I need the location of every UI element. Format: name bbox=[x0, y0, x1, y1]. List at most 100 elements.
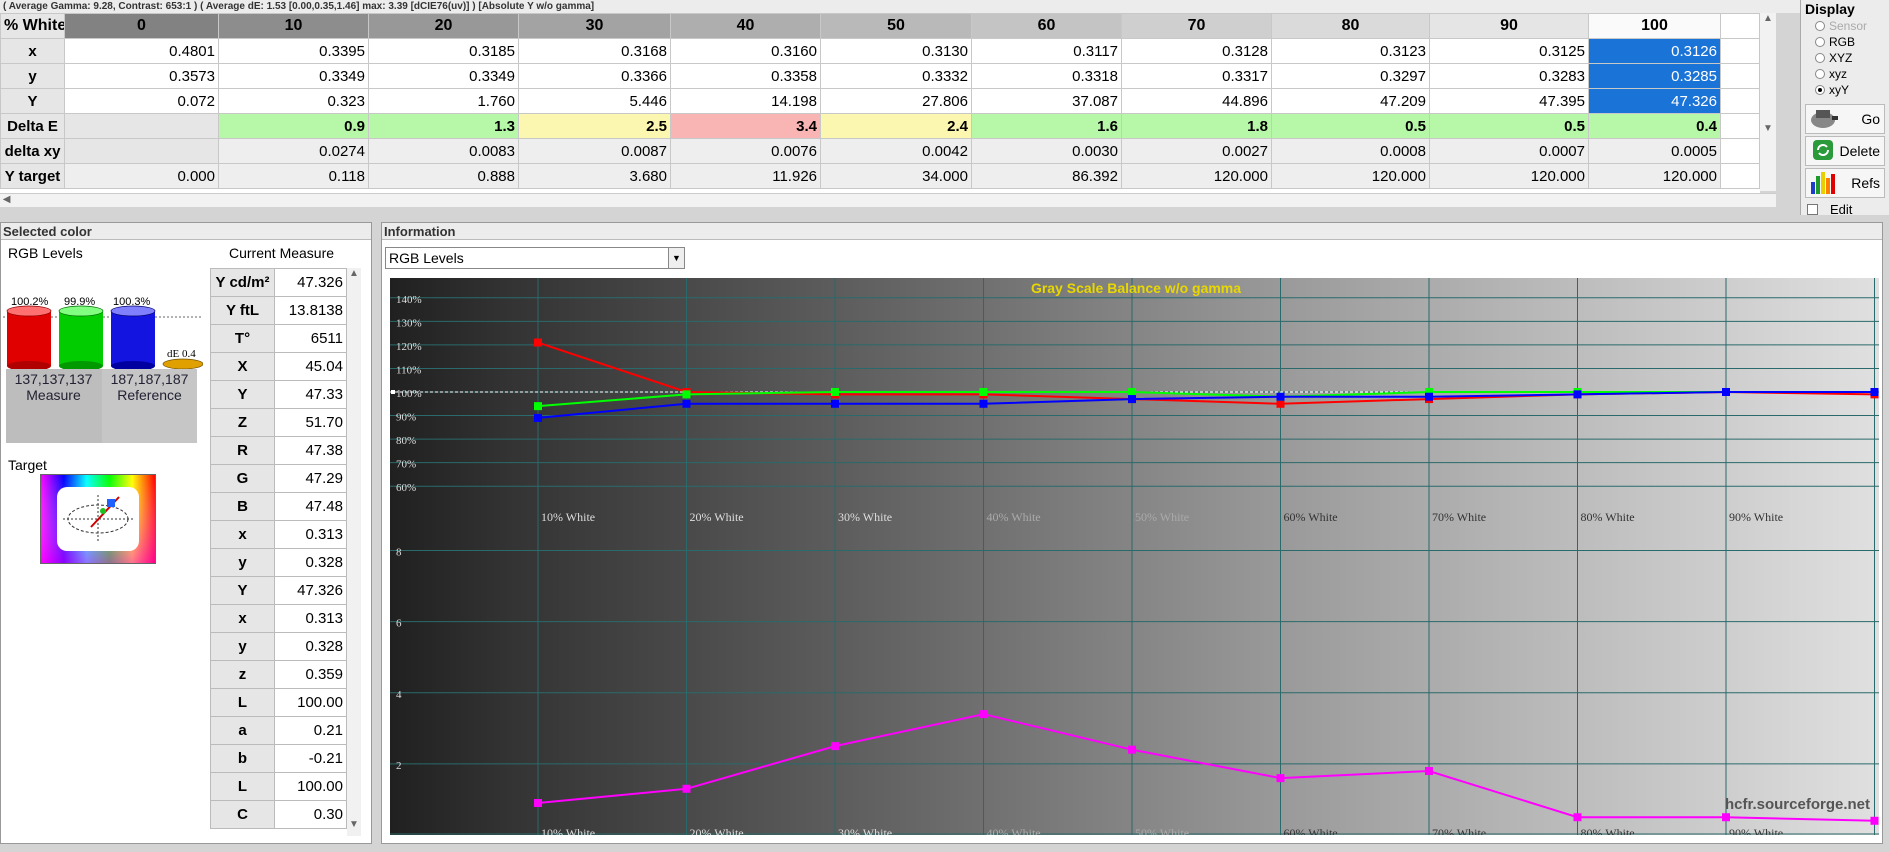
column-header-80[interactable]: 80 bbox=[1271, 13, 1430, 39]
table-cell[interactable]: 27.806 bbox=[820, 88, 972, 114]
table-cell[interactable]: 0.3317 bbox=[1121, 63, 1272, 89]
table-cell[interactable]: 0.3332 bbox=[820, 63, 972, 89]
info-view-dropdown[interactable]: RGB Levels ▼ bbox=[385, 247, 685, 269]
radio-icon[interactable] bbox=[1815, 37, 1825, 47]
column-header-90[interactable]: 90 bbox=[1429, 13, 1589, 39]
table-cell[interactable]: 0.0087 bbox=[518, 138, 671, 164]
table-cell[interactable]: 0.000 bbox=[64, 163, 219, 189]
table-cell[interactable]: 0.3573 bbox=[64, 63, 219, 89]
table-cell[interactable]: 86.392 bbox=[971, 163, 1122, 189]
table-cell[interactable]: 0.888 bbox=[368, 163, 519, 189]
refs-button[interactable]: Refs bbox=[1805, 168, 1885, 198]
row-header[interactable]: Y bbox=[0, 88, 65, 114]
row-header[interactable]: y bbox=[0, 63, 65, 89]
table-cell[interactable]: 47.395 bbox=[1429, 88, 1589, 114]
display-option-xyz[interactable]: XYZ bbox=[1801, 50, 1889, 66]
go-button[interactable]: Go bbox=[1805, 104, 1885, 134]
table-cell[interactable]: 0.0008 bbox=[1271, 138, 1430, 164]
table-cell[interactable]: 0.0027 bbox=[1121, 138, 1272, 164]
radio-icon[interactable] bbox=[1815, 53, 1825, 63]
table-cell[interactable]: 120.000 bbox=[1121, 163, 1272, 189]
table-cell[interactable]: 0.323 bbox=[218, 88, 369, 114]
table-cell[interactable]: 0.3349 bbox=[218, 63, 369, 89]
table-cell[interactable]: 3.4 bbox=[670, 113, 821, 139]
table-cell[interactable]: 14.198 bbox=[670, 88, 821, 114]
table-cell[interactable]: 1.3 bbox=[368, 113, 519, 139]
table-cell[interactable]: 120.000 bbox=[1429, 163, 1589, 189]
table-cell[interactable]: 0.3128 bbox=[1121, 38, 1272, 64]
table-cell[interactable]: 0.0042 bbox=[820, 138, 972, 164]
column-header-50[interactable]: 50 bbox=[820, 13, 972, 39]
row-header[interactable]: Delta E bbox=[0, 113, 65, 139]
column-header-30[interactable]: 30 bbox=[518, 13, 671, 39]
radio-icon[interactable] bbox=[1815, 21, 1825, 31]
column-header-70[interactable]: 70 bbox=[1121, 13, 1272, 39]
table-cell[interactable]: 1.760 bbox=[368, 88, 519, 114]
column-header-10[interactable]: 10 bbox=[218, 13, 369, 39]
table-cell[interactable]: 47.326 bbox=[1588, 88, 1721, 114]
table-cell[interactable]: 0.118 bbox=[218, 163, 369, 189]
table-cell[interactable]: 0.3358 bbox=[670, 63, 821, 89]
table-cell[interactable] bbox=[64, 113, 219, 139]
grid-horizontal-scrollbar[interactable]: ◀ bbox=[0, 193, 1776, 207]
table-cell[interactable]: 0.3117 bbox=[971, 38, 1122, 64]
radio-icon[interactable] bbox=[1815, 69, 1825, 79]
table-cell[interactable]: 0.4 bbox=[1588, 113, 1721, 139]
table-cell[interactable]: 1.6 bbox=[971, 113, 1122, 139]
table-cell[interactable]: 0.3366 bbox=[518, 63, 671, 89]
table-cell[interactable]: 0.3168 bbox=[518, 38, 671, 64]
edit-checkbox[interactable] bbox=[1807, 204, 1818, 215]
display-option-rgb[interactable]: RGB bbox=[1801, 34, 1889, 50]
table-cell[interactable]: 0.3318 bbox=[971, 63, 1122, 89]
table-cell[interactable]: 0.3395 bbox=[218, 38, 369, 64]
column-header-100[interactable]: 100 bbox=[1588, 13, 1721, 39]
row-header[interactable]: Y target bbox=[0, 163, 65, 189]
table-cell[interactable]: 0.0030 bbox=[971, 138, 1122, 164]
column-header-0[interactable]: 0 bbox=[64, 13, 219, 39]
row-header[interactable]: delta xy bbox=[0, 138, 65, 164]
table-cell[interactable]: 0.4801 bbox=[64, 38, 219, 64]
table-cell[interactable]: 0.0007 bbox=[1429, 138, 1589, 164]
table-cell[interactable]: 0.3185 bbox=[368, 38, 519, 64]
table-cell[interactable]: 0.0076 bbox=[670, 138, 821, 164]
table-cell[interactable]: 0.0274 bbox=[218, 138, 369, 164]
table-cell[interactable]: 0.3125 bbox=[1429, 38, 1589, 64]
table-cell[interactable]: 2.5 bbox=[518, 113, 671, 139]
display-option-xyy[interactable]: xyY bbox=[1801, 82, 1889, 98]
table-cell[interactable]: 0.3126 bbox=[1588, 38, 1721, 64]
table-cell[interactable]: 120.000 bbox=[1588, 163, 1721, 189]
table-cell[interactable]: 0.0005 bbox=[1588, 138, 1721, 164]
table-cell[interactable]: 0.5 bbox=[1429, 113, 1589, 139]
table-cell[interactable]: 44.896 bbox=[1121, 88, 1272, 114]
table-cell[interactable]: 0.9 bbox=[218, 113, 369, 139]
edit-checkbox-row[interactable]: Edit bbox=[1807, 202, 1883, 217]
table-cell[interactable]: 0.0083 bbox=[368, 138, 519, 164]
display-option-xyz[interactable]: xyz bbox=[1801, 66, 1889, 82]
column-header-20[interactable]: 20 bbox=[368, 13, 519, 39]
table-cell[interactable]: 0.3285 bbox=[1588, 63, 1721, 89]
display-option-sensor[interactable]: Sensor bbox=[1801, 18, 1889, 34]
column-header-60[interactable]: 60 bbox=[971, 13, 1122, 39]
table-cell[interactable]: 0.3160 bbox=[670, 38, 821, 64]
radio-icon[interactable] bbox=[1815, 85, 1825, 95]
delete-button[interactable]: Delete bbox=[1805, 136, 1885, 166]
table-cell[interactable]: 0.3283 bbox=[1429, 63, 1589, 89]
table-cell[interactable]: 0.3349 bbox=[368, 63, 519, 89]
table-cell[interactable]: 1.8 bbox=[1121, 113, 1272, 139]
table-cell[interactable]: 0.072 bbox=[64, 88, 219, 114]
table-cell[interactable]: 5.446 bbox=[518, 88, 671, 114]
row-header[interactable]: x bbox=[0, 38, 65, 64]
table-cell[interactable]: 0.3123 bbox=[1271, 38, 1430, 64]
table-cell[interactable]: 2.4 bbox=[820, 113, 972, 139]
dropdown-arrow-icon[interactable]: ▼ bbox=[668, 248, 684, 268]
current-measure-scrollbar[interactable]: ▲ ▼ bbox=[347, 268, 361, 836]
table-cell[interactable]: 11.926 bbox=[670, 163, 821, 189]
table-cell[interactable]: 37.087 bbox=[971, 88, 1122, 114]
grid-vertical-scrollbar[interactable]: ▲ ▼ bbox=[1760, 13, 1776, 191]
table-cell[interactable]: 0.5 bbox=[1271, 113, 1430, 139]
table-cell[interactable]: 120.000 bbox=[1271, 163, 1430, 189]
table-cell[interactable]: 0.3130 bbox=[820, 38, 972, 64]
table-cell[interactable]: 34.000 bbox=[820, 163, 972, 189]
column-header-40[interactable]: 40 bbox=[670, 13, 821, 39]
table-cell[interactable]: 0.3297 bbox=[1271, 63, 1430, 89]
